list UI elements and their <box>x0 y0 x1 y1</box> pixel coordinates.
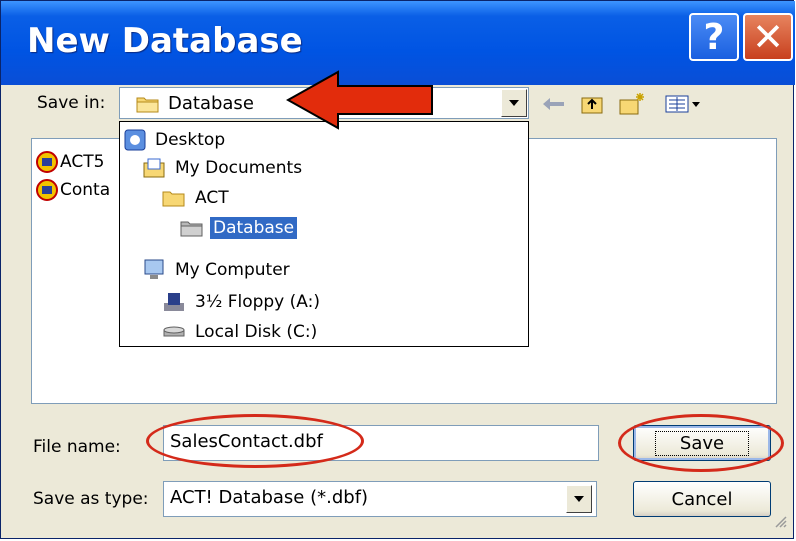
folder-icon <box>162 191 185 207</box>
my-computer-icon <box>144 259 164 279</box>
dropdown-item-database[interactable]: Database <box>180 214 299 242</box>
desktop-icon <box>124 129 146 151</box>
save-in-label: Save in: <box>37 93 106 113</box>
save-in-value: Database <box>168 93 254 114</box>
local-disk-icon <box>163 326 185 337</box>
open-folder-icon <box>180 221 203 237</box>
act-database-icon <box>36 151 58 173</box>
help-button[interactable]: ? <box>689 13 739 61</box>
view-menu-icon[interactable] <box>663 91 705 117</box>
save-as-type-dropdown-button[interactable] <box>566 485 592 513</box>
resize-grip-icon[interactable] <box>773 513 787 532</box>
file-name-label: File name: <box>33 437 121 457</box>
file-name: Conta <box>60 180 111 200</box>
chevron-down-icon <box>509 100 519 106</box>
floppy-drive-icon <box>164 293 184 311</box>
chevron-down-icon <box>574 496 584 502</box>
new-folder-icon[interactable] <box>617 91 647 117</box>
act-database-icon <box>36 179 58 201</box>
dropdown-item-my-documents[interactable]: My Documents <box>142 154 305 182</box>
close-button[interactable]: ✕ <box>743 13 793 61</box>
file-item[interactable]: ACT5 <box>36 151 104 173</box>
window-title: New Database <box>27 21 303 61</box>
open-folder-icon <box>136 94 160 118</box>
save-as-type-value: ACT! Database (*.dbf) <box>170 487 369 508</box>
my-documents-icon <box>143 158 165 178</box>
back-icon[interactable] <box>539 91 569 117</box>
save-as-type-label: Save as type: <box>33 489 149 509</box>
dropdown-item-floppy[interactable]: 3½ Floppy (A:) <box>162 288 323 316</box>
file-name: ACT5 <box>60 152 105 172</box>
up-folder-icon[interactable] <box>577 91 607 117</box>
save-in-dropdown-list[interactable]: Desktop My Documents ACT Database My Com… <box>119 121 529 347</box>
file-name-input[interactable]: SalesContact.dbf <box>163 425 599 461</box>
save-button[interactable]: Save <box>633 425 771 461</box>
dropdown-item-desktop[interactable]: Desktop <box>124 126 228 154</box>
dropdown-item-act[interactable]: ACT <box>162 184 232 212</box>
dropdown-item-local-disk[interactable]: Local Disk (C:) <box>162 318 320 346</box>
save-as-type-select[interactable]: ACT! Database (*.dbf) <box>163 481 597 517</box>
file-item[interactable]: Conta <box>36 179 110 201</box>
annotation-arrow <box>285 70 436 134</box>
save-in-dropdown-button[interactable] <box>501 89 527 117</box>
cancel-button[interactable]: Cancel <box>633 481 771 517</box>
dropdown-item-my-computer[interactable]: My Computer <box>142 256 293 284</box>
